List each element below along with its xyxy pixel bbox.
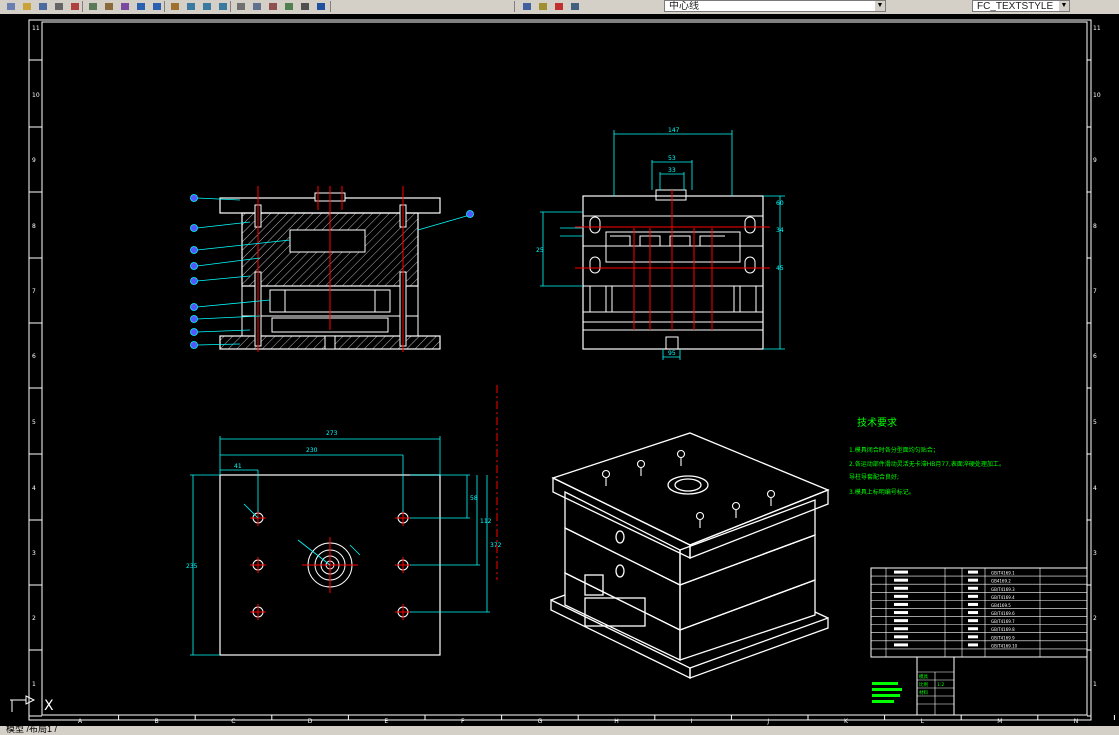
dim-45: 45: [776, 265, 784, 272]
column-label: G: [538, 718, 543, 725]
dim-41: 41: [234, 463, 242, 470]
dim-33: 33: [668, 167, 676, 174]
title-block-text: 1:2: [937, 682, 944, 688]
row-label: 5: [32, 419, 36, 426]
bom-material-cell: [968, 619, 978, 623]
drawing-canvas[interactable]: 11 1110 109 98 87 76 65 54 43 32 21 1 ABCDEFGHIJKLM…: [0, 0, 1119, 726]
bom-cell: GB/T4169.4: [991, 595, 1015, 600]
column-label: M: [997, 718, 1002, 725]
row-label: 4: [32, 485, 36, 492]
dim-58: 58: [470, 495, 478, 502]
dim-230: 230: [306, 447, 318, 454]
layout-tabs[interactable]: 模型 /布局1 /: [6, 725, 57, 734]
dim-147: 147: [668, 127, 680, 134]
row-label: 8: [32, 223, 36, 230]
row-label: 11: [32, 25, 40, 32]
column-label: F: [461, 718, 465, 725]
row-label: 7: [32, 288, 36, 295]
tech-req-line: 导柱导套配合良好;: [849, 473, 899, 481]
bom-name-cell: [894, 619, 908, 623]
row-label: 5: [1093, 419, 1097, 426]
bom-cell: GB/T4169.8: [991, 627, 1015, 632]
model-space: [0, 14, 1119, 726]
dim-372: 372: [490, 542, 502, 549]
bom-name-cell: [894, 627, 908, 631]
bom-material-cell: [968, 570, 978, 574]
bom-name-cell: [894, 586, 908, 590]
dim-25: 25: [536, 247, 544, 254]
row-label: 1: [1093, 681, 1097, 688]
row-label: 8: [1093, 223, 1097, 230]
bom-material-cell: [968, 635, 978, 639]
row-label: 3: [1093, 550, 1097, 557]
column-label: D: [308, 718, 313, 725]
bom-cell: GB4169.2: [991, 579, 1011, 584]
bom-material-cell: [968, 578, 978, 582]
column-label: J: [766, 718, 769, 725]
dim-112: 112: [480, 518, 492, 525]
row-label: 10: [32, 92, 40, 99]
column-label: H: [614, 718, 619, 725]
dim-53: 53: [668, 155, 676, 162]
bom-name-cell: [894, 635, 908, 639]
row-label: 1: [32, 681, 36, 688]
bom-name-cell: [894, 643, 908, 647]
bom-name-cell: [894, 594, 908, 598]
row-label: 9: [32, 157, 36, 164]
row-label: 3: [32, 550, 36, 557]
bom-name-cell: [894, 611, 908, 615]
row-label: 7: [1093, 288, 1097, 295]
row-label: 6: [32, 353, 36, 360]
row-label: 6: [1093, 353, 1097, 360]
row-label: 2: [1093, 615, 1097, 622]
tech-req-line: 1.模具闭合时各分型面均匀贴合；: [849, 446, 939, 454]
column-label: E: [384, 718, 388, 725]
bom-material-cell: [968, 602, 978, 606]
dim-60: 60: [776, 200, 784, 207]
tech-req-title: 技术要求: [857, 416, 897, 429]
bom-material-cell: [968, 594, 978, 598]
title-block-text: 模具: [919, 673, 928, 680]
bom-name-cell: [894, 570, 908, 574]
ucs-label: X: [44, 698, 54, 714]
bom-cell: GB4169.5: [991, 603, 1011, 608]
title-block-text: 材料: [919, 689, 928, 696]
dim-235: 235: [186, 563, 198, 570]
row-label: 11: [1093, 25, 1101, 32]
title-block-text: 比例: [919, 681, 928, 688]
column-label: B: [155, 718, 159, 725]
row-label: 10: [1093, 92, 1101, 99]
column-label: I: [691, 718, 693, 725]
bom-material-cell: [968, 627, 978, 631]
dim-34: 34: [776, 227, 784, 234]
column-label: C: [231, 718, 235, 725]
row-label: 4: [1093, 485, 1097, 492]
bom-name-cell: [894, 602, 908, 606]
column-label: N: [1074, 718, 1079, 725]
bom-cell: GB/T4169.9: [991, 635, 1015, 640]
bom-cell: GB/T4169.7: [991, 619, 1015, 624]
bom-cell: GB/T4169.1: [991, 571, 1015, 576]
row-label: 9: [1093, 157, 1097, 164]
bom-cell: GB/T4169.6: [991, 611, 1015, 616]
bom-cell: GB/T4169.3: [991, 587, 1015, 592]
bom-material-cell: [968, 643, 978, 647]
bom-material-cell: [968, 586, 978, 590]
dim-273: 273: [326, 430, 338, 437]
layout-tabs-bar: 模型 /布局1 /: [0, 725, 1119, 735]
bom-name-cell: [894, 578, 908, 582]
dim-95: 95: [668, 350, 676, 357]
bom-material-cell: [968, 611, 978, 615]
row-label: 2: [32, 615, 36, 622]
bom-cell: GB/T4169.10: [991, 643, 1018, 648]
tech-req-line: 3.模具上标明编号标记。: [849, 488, 915, 496]
tech-req-line: 2.各运动部件滑动灵活无卡滞HB月77,表面淬硬处理加工。: [849, 460, 1005, 468]
